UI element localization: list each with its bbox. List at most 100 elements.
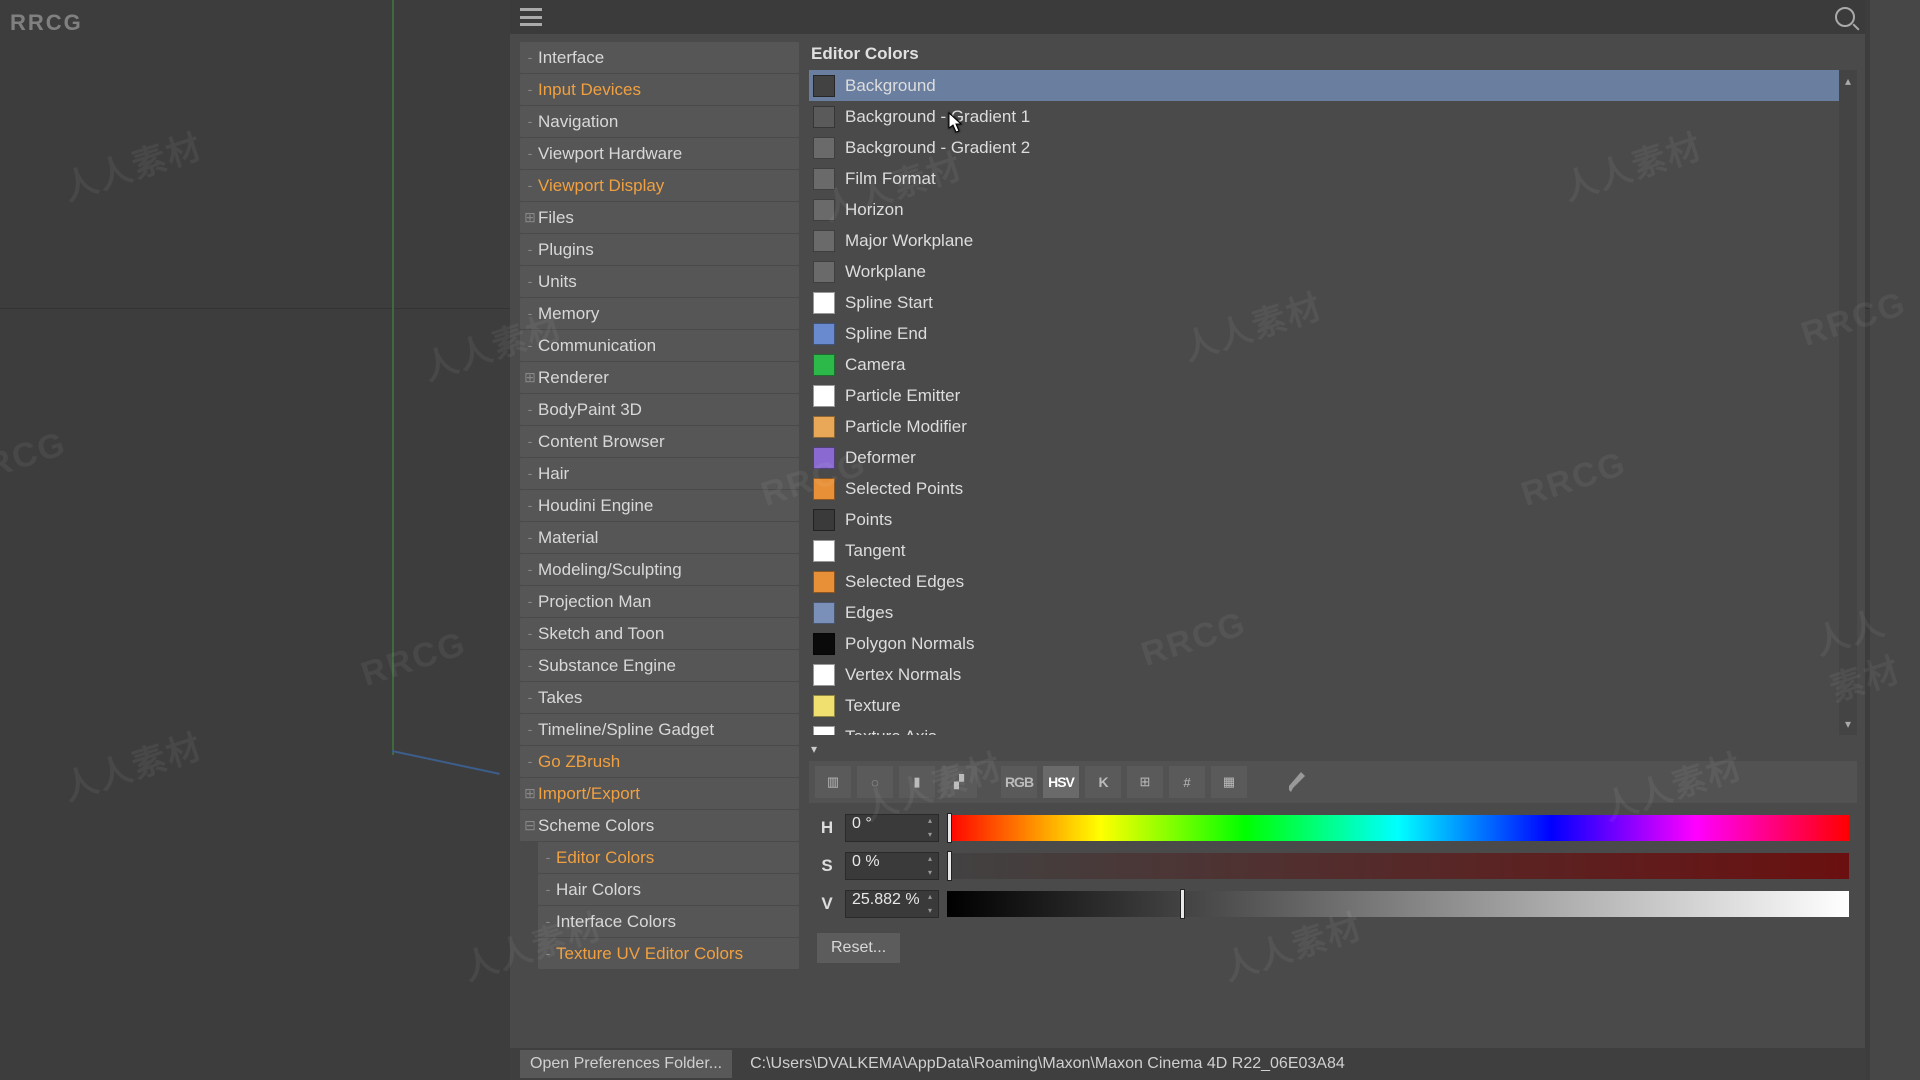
tree-item-viewport-display[interactable]: -Viewport Display xyxy=(520,170,799,201)
color-swatch[interactable] xyxy=(813,726,835,736)
scroll-down-icon[interactable]: ▾ xyxy=(1845,717,1851,731)
color-item-polygon-normals[interactable]: Polygon Normals xyxy=(809,628,1857,659)
tree-twist-icon[interactable]: - xyxy=(524,754,536,769)
tree-item-viewport-hardware[interactable]: -Viewport Hardware xyxy=(520,138,799,169)
tree-twist-icon[interactable]: - xyxy=(542,946,554,961)
sat-slider[interactable] xyxy=(947,853,1849,879)
tree-item-projection-man[interactable]: -Projection Man xyxy=(520,586,799,617)
tree-twist-icon[interactable]: - xyxy=(524,562,536,577)
color-item-film-format[interactable]: Film Format xyxy=(809,163,1857,194)
color-swatch[interactable] xyxy=(813,292,835,314)
color-item-background-gradient-2[interactable]: Background - Gradient 2 xyxy=(809,132,1857,163)
tree-twist-icon[interactable]: - xyxy=(524,466,536,481)
tree-item-takes[interactable]: -Takes xyxy=(520,682,799,713)
tree-item-units[interactable]: -Units xyxy=(520,266,799,297)
color-wheel-button[interactable]: ◌ xyxy=(857,766,893,798)
color-swatch[interactable] xyxy=(813,168,835,190)
tree-twist-icon[interactable]: - xyxy=(524,722,536,737)
color-item-texture-axis[interactable]: Texture Axis xyxy=(809,721,1857,735)
color-item-tangent[interactable]: Tangent xyxy=(809,535,1857,566)
tree-twist-icon[interactable]: - xyxy=(542,850,554,865)
tree-item-interface-colors[interactable]: -Interface Colors xyxy=(538,906,799,937)
tree-twist-icon[interactable]: - xyxy=(524,178,536,193)
color-swatch[interactable] xyxy=(813,695,835,717)
val-spinner[interactable]: ▴▾ xyxy=(924,893,936,915)
tree-item-material[interactable]: -Material xyxy=(520,522,799,553)
tree-item-texture-uv-editor-colors[interactable]: -Texture UV Editor Colors xyxy=(538,938,799,969)
tree-twist-icon[interactable]: - xyxy=(524,658,536,673)
tree-twist-icon[interactable]: - xyxy=(524,434,536,449)
color-item-background-gradient-1[interactable]: Background - Gradient 1 xyxy=(809,101,1857,132)
color-item-selected-edges[interactable]: Selected Edges xyxy=(809,566,1857,597)
tree-twist-icon[interactable]: - xyxy=(524,626,536,641)
color-swatch[interactable] xyxy=(813,354,835,376)
tree-item-content-browser[interactable]: -Content Browser xyxy=(520,426,799,457)
tree-item-modeling-sculpting[interactable]: -Modeling/Sculpting xyxy=(520,554,799,585)
color-swatch[interactable] xyxy=(813,75,835,97)
color-list-inner[interactable]: BackgroundBackground - Gradient 1Backgro… xyxy=(809,70,1857,735)
tree-twist-icon[interactable]: - xyxy=(524,306,536,321)
color-swatch[interactable] xyxy=(813,106,835,128)
tree-twist-icon[interactable]: - xyxy=(524,594,536,609)
color-swatch[interactable] xyxy=(813,509,835,531)
mode-k-button[interactable]: K xyxy=(1085,766,1121,798)
tree-item-plugins[interactable]: -Plugins xyxy=(520,234,799,265)
tree-item-navigation[interactable]: -Navigation xyxy=(520,106,799,137)
tree-item-import-export[interactable]: ⊞Import/Export xyxy=(520,778,799,809)
color-item-workplane[interactable]: Workplane xyxy=(809,256,1857,287)
color-item-particle-emitter[interactable]: Particle Emitter xyxy=(809,380,1857,411)
preferences-tree[interactable]: -Interface-Input Devices-Navigation-View… xyxy=(510,34,803,1080)
color-swatch[interactable] xyxy=(813,137,835,159)
tree-item-substance-engine[interactable]: -Substance Engine xyxy=(520,650,799,681)
color-swatch[interactable] xyxy=(813,447,835,469)
sat-thumb[interactable] xyxy=(947,851,952,881)
color-item-particle-modifier[interactable]: Particle Modifier xyxy=(809,411,1857,442)
tree-twist-icon[interactable]: - xyxy=(542,882,554,897)
color-swatch[interactable] xyxy=(813,571,835,593)
color-item-texture[interactable]: Texture xyxy=(809,690,1857,721)
tree-twist-icon[interactable]: - xyxy=(524,146,536,161)
tree-twist-icon[interactable]: ⊞ xyxy=(524,786,536,801)
color-item-camera[interactable]: Camera xyxy=(809,349,1857,380)
sat-spinner[interactable]: ▴▾ xyxy=(924,855,936,877)
mode-hsv-button[interactable]: HSV xyxy=(1043,766,1079,798)
hue-input[interactable]: 0 °▴▾ xyxy=(845,814,939,842)
hue-thumb[interactable] xyxy=(947,813,952,843)
open-prefs-folder-button[interactable]: Open Preferences Folder... xyxy=(520,1050,732,1078)
picture-mode-button[interactable]: ▞ xyxy=(941,766,977,798)
color-item-points[interactable]: Points xyxy=(809,504,1857,535)
tree-twist-icon[interactable]: - xyxy=(524,82,536,97)
color-swatch[interactable] xyxy=(813,416,835,438)
color-swatch[interactable] xyxy=(813,323,835,345)
tree-item-communication[interactable]: -Communication xyxy=(520,330,799,361)
color-swatch[interactable] xyxy=(813,664,835,686)
tree-twist-icon[interactable]: ⊞ xyxy=(524,210,536,225)
mixer-button[interactable]: ⊞ xyxy=(1127,766,1163,798)
tree-item-files[interactable]: ⊞Files xyxy=(520,202,799,233)
mode-rgb-button[interactable]: RGB xyxy=(1001,766,1037,798)
color-item-edges[interactable]: Edges xyxy=(809,597,1857,628)
color-swatch[interactable] xyxy=(813,385,835,407)
tree-item-hair-colors[interactable]: -Hair Colors xyxy=(538,874,799,905)
color-swatch[interactable] xyxy=(813,478,835,500)
tree-twist-icon[interactable]: - xyxy=(524,402,536,417)
tree-twist-icon[interactable]: - xyxy=(542,914,554,929)
tree-item-sketch-and-toon[interactable]: -Sketch and Toon xyxy=(520,618,799,649)
tree-twist-icon[interactable]: - xyxy=(524,50,536,65)
reset-button[interactable]: Reset... xyxy=(817,933,900,963)
val-input[interactable]: 25.882 %▴▾ xyxy=(845,890,939,918)
grid-swatches-button[interactable]: ▦ xyxy=(1211,766,1247,798)
menu-icon[interactable] xyxy=(520,8,542,26)
color-list-scrollbar[interactable]: ▴ ▾ xyxy=(1839,70,1857,735)
hue-slider[interactable] xyxy=(947,815,1849,841)
tree-item-timeline-spline-gadget[interactable]: -Timeline/Spline Gadget xyxy=(520,714,799,745)
tree-item-renderer[interactable]: ⊞Renderer xyxy=(520,362,799,393)
tree-item-editor-colors[interactable]: -Editor Colors xyxy=(538,842,799,873)
color-item-background[interactable]: Background xyxy=(809,70,1857,101)
spectrum-button[interactable]: ▮ xyxy=(899,766,935,798)
hex-button[interactable]: # xyxy=(1169,766,1205,798)
color-swatch[interactable] xyxy=(813,602,835,624)
tree-item-hair[interactable]: -Hair xyxy=(520,458,799,489)
tree-twist-icon[interactable]: - xyxy=(524,338,536,353)
eyedropper-icon[interactable] xyxy=(1285,772,1305,792)
